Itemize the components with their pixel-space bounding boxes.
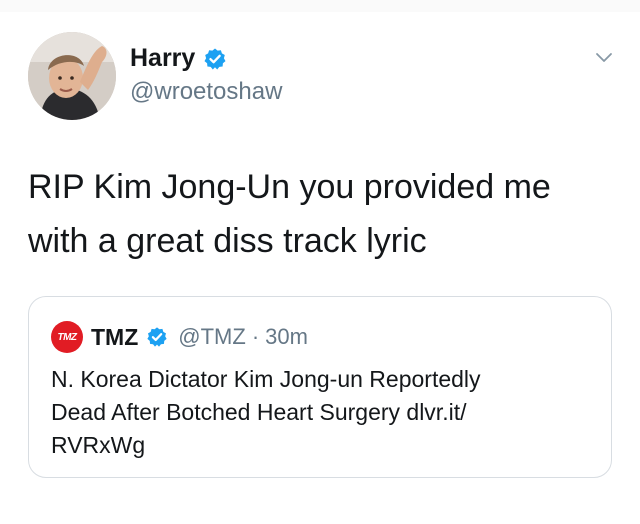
author-handle[interactable]: @wroetoshaw <box>130 78 282 106</box>
user-avatar-icon <box>28 32 116 120</box>
quoted-handle[interactable]: @TMZ <box>178 324 246 350</box>
verified-badge-icon <box>203 47 227 71</box>
quoted-display-name[interactable]: TMZ <box>91 324 138 351</box>
quoted-tweet-text: N. Korea Dictator Kim Jong-un Reportedly… <box>51 363 591 462</box>
chevron-down-icon[interactable] <box>594 50 614 66</box>
tweet-screenshot: Harry @wroetoshaw RIP Kim Jong-Un you pr… <box>0 0 640 524</box>
author-display-name[interactable]: Harry <box>130 44 195 73</box>
quoted-timestamp[interactable]: 30m <box>265 324 308 350</box>
quoted-text-line-3: RVRxWg <box>51 432 146 458</box>
tweet-text-line-2: with a great diss track lyric <box>28 222 427 260</box>
avatar[interactable] <box>28 32 116 120</box>
quoted-text-line-2: Dead After Botched Heart Surgery dlvr.it… <box>51 399 467 425</box>
verified-badge-icon <box>146 326 168 348</box>
tmz-logo-icon: TMZ <box>51 321 83 353</box>
tmz-logo-text: TMZ <box>57 331 77 343</box>
quoted-text-line-1: N. Korea Dictator Kim Jong-un Reportedly <box>51 366 481 392</box>
tweet-text: RIP Kim Jong-Un you provided me with a g… <box>28 160 608 268</box>
top-strip <box>0 0 640 12</box>
quoted-separator: · <box>251 324 260 349</box>
quoted-tweet-card[interactable]: TMZ TMZ @TMZ · 30m N. Korea Dictator Kim… <box>28 296 612 478</box>
author-name-row: Harry <box>130 44 227 73</box>
tweet-text-line-1: RIP Kim Jong-Un you provided me <box>28 168 551 206</box>
quoted-tweet-header: TMZ TMZ @TMZ · 30m <box>51 321 308 353</box>
